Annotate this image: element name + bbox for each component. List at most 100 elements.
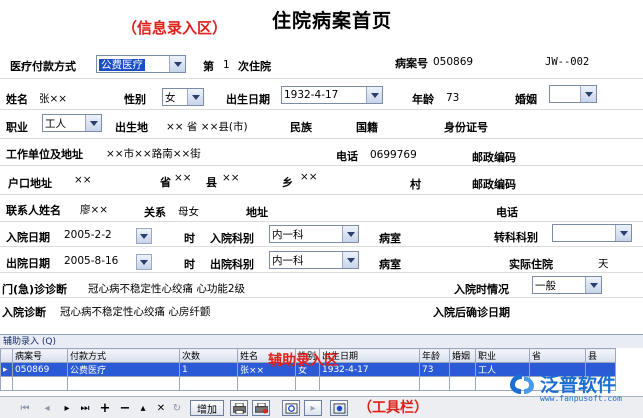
occupation-select[interactable]: 工人 bbox=[42, 114, 102, 132]
chevron-down-icon[interactable] bbox=[585, 277, 601, 293]
visit-number[interactable]: 1 bbox=[223, 59, 230, 71]
chevron-down-icon[interactable] bbox=[342, 226, 358, 242]
print-preview-icon[interactable] bbox=[252, 400, 270, 416]
sex-value: 女 bbox=[165, 91, 176, 104]
cell-age[interactable]: 73 bbox=[419, 362, 450, 377]
cancel-record-icon[interactable]: ✕ bbox=[154, 400, 168, 416]
birth-date-picker[interactable]: 1932-4-17 bbox=[281, 86, 383, 104]
visit-prefix: 第 bbox=[203, 60, 214, 73]
admission-date-value[interactable]: 2005-2-2 bbox=[64, 229, 112, 241]
township-value[interactable]: ×× bbox=[300, 171, 318, 183]
outpatient-diagnosis-label: 门(急)诊诊断 bbox=[2, 283, 68, 296]
occupation-label: 职业 bbox=[6, 121, 28, 134]
help-icon[interactable]: ▸ bbox=[304, 400, 322, 416]
page-title: 住院病案首页 bbox=[272, 10, 393, 32]
admission-diagnosis-label: 入院诊断 bbox=[2, 306, 46, 319]
age-value[interactable]: 73 bbox=[446, 92, 459, 104]
admission-date-dropdown[interactable] bbox=[134, 227, 152, 245]
add-button[interactable]: 增加 bbox=[190, 400, 224, 416]
col-province[interactable]: 省 bbox=[529, 348, 586, 363]
work-address-value[interactable]: ××市××路南××街 bbox=[106, 146, 201, 161]
chevron-down-icon[interactable] bbox=[85, 115, 101, 131]
marriage-label: 婚姻 bbox=[515, 93, 537, 106]
brand-logo-icon bbox=[510, 373, 534, 394]
chevron-down-icon[interactable] bbox=[366, 87, 382, 103]
cell-marriage[interactable] bbox=[449, 362, 476, 377]
col-county[interactable]: 县 bbox=[585, 348, 616, 363]
chevron-down-icon[interactable] bbox=[169, 56, 185, 72]
last-record-icon[interactable]: ⏭ bbox=[78, 400, 92, 416]
col-occupation[interactable]: 职业 bbox=[475, 348, 530, 363]
chevron-down-icon[interactable] bbox=[580, 86, 596, 102]
col-case-number[interactable]: 病案号 bbox=[12, 348, 68, 363]
province-label: 省 bbox=[160, 176, 171, 189]
chevron-down-icon[interactable] bbox=[187, 89, 203, 105]
refresh-icon[interactable]: ↻ bbox=[170, 400, 184, 416]
col-age[interactable]: 年龄 bbox=[419, 348, 450, 363]
birthplace-value[interactable]: ×× 省 ××县(市) bbox=[166, 119, 248, 134]
case-number-value[interactable]: 050869 bbox=[433, 56, 473, 68]
aux-area-annotation: 辅助录入区 bbox=[268, 353, 338, 369]
sex-label: 性别 bbox=[124, 93, 146, 106]
post-record-icon[interactable]: ▴ bbox=[136, 400, 150, 416]
payment-method-select[interactable]: 公费医疗 bbox=[96, 55, 186, 73]
name-label: 姓名 bbox=[6, 93, 28, 106]
name-value[interactable]: 张×× bbox=[39, 91, 67, 106]
transfer-dept-select[interactable] bbox=[552, 224, 632, 242]
county-label: 县 bbox=[206, 176, 217, 189]
phone-value[interactable]: 0699769 bbox=[370, 149, 417, 161]
admission-condition-value: 一般 bbox=[535, 279, 556, 292]
zip-code-label: 邮政编码 bbox=[472, 151, 516, 164]
col-payment-method[interactable]: 付款方式 bbox=[67, 348, 180, 363]
discharge-dept-select[interactable]: 内一科 bbox=[269, 251, 359, 269]
transfer-dept-label: 转科科别 bbox=[494, 231, 538, 244]
chevron-down-icon[interactable] bbox=[342, 252, 358, 268]
admission-dept-value: 内一科 bbox=[272, 228, 304, 241]
exit-icon[interactable] bbox=[330, 400, 348, 416]
admission-date-label: 入院日期 bbox=[6, 231, 50, 244]
relation-label: 关系 bbox=[144, 206, 166, 219]
print-icon[interactable] bbox=[230, 400, 248, 416]
relation-value[interactable]: 母女 bbox=[178, 204, 199, 219]
first-record-icon[interactable]: ⏮ bbox=[18, 400, 32, 416]
cell-case-number[interactable]: 050869 bbox=[12, 362, 68, 377]
delete-record-icon[interactable]: − bbox=[118, 400, 132, 416]
contact-phone-label: 电话 bbox=[496, 206, 518, 219]
contact-name-value[interactable]: 廖×× bbox=[80, 202, 108, 217]
admission-hour-label: 时 bbox=[184, 232, 195, 245]
admission-ward-label: 病室 bbox=[379, 232, 401, 245]
discharge-date-value[interactable]: 2005-8-16 bbox=[64, 255, 118, 267]
discharge-dept-value: 内一科 bbox=[272, 254, 304, 267]
chevron-down-icon[interactable] bbox=[136, 254, 152, 270]
township-label: 乡 bbox=[282, 176, 293, 189]
discharge-date-dropdown[interactable] bbox=[134, 253, 152, 271]
actual-stay-unit: 天 bbox=[598, 258, 609, 270]
outpatient-diagnosis-value[interactable]: 冠心病不稳定性心绞痛 心功能2级 bbox=[88, 281, 245, 296]
county-value[interactable]: ×× bbox=[222, 172, 240, 184]
preview-icon[interactable] bbox=[282, 400, 300, 416]
payment-method-value: 公费医疗 bbox=[99, 58, 145, 71]
sex-select[interactable]: 女 bbox=[162, 88, 204, 106]
ethnicity-label: 民族 bbox=[290, 121, 312, 134]
province-value[interactable]: ×× bbox=[174, 172, 192, 184]
col-visit-count[interactable]: 次数 bbox=[179, 348, 238, 363]
admission-dept-select[interactable]: 内一科 bbox=[269, 225, 359, 243]
prev-record-icon[interactable]: ◂ bbox=[40, 400, 54, 416]
birth-date-label: 出生日期 bbox=[226, 93, 270, 106]
marriage-select[interactable] bbox=[549, 85, 597, 103]
discharge-date-label: 出院日期 bbox=[6, 257, 50, 270]
zip-code-label-2: 邮政编码 bbox=[472, 178, 516, 191]
chevron-down-icon[interactable] bbox=[136, 228, 152, 244]
form-code: JW--002 bbox=[545, 56, 590, 68]
cell-visit-count[interactable]: 1 bbox=[179, 362, 238, 377]
next-record-icon[interactable]: ▸ bbox=[60, 400, 74, 416]
admission-diagnosis-value[interactable]: 冠心病不稳定性心绞痛 心房纤颤 bbox=[60, 304, 210, 319]
insert-record-icon[interactable]: + bbox=[98, 400, 112, 416]
nationality-label: 国籍 bbox=[356, 121, 378, 134]
chevron-down-icon[interactable] bbox=[615, 225, 631, 241]
admission-condition-select[interactable]: 一般 bbox=[532, 276, 602, 294]
visit-suffix: 次住院 bbox=[238, 60, 271, 73]
household-address-value[interactable]: ×× bbox=[74, 174, 92, 186]
cell-payment-method[interactable]: 公费医疗 bbox=[67, 362, 180, 377]
col-marriage[interactable]: 婚姻 bbox=[449, 348, 476, 363]
